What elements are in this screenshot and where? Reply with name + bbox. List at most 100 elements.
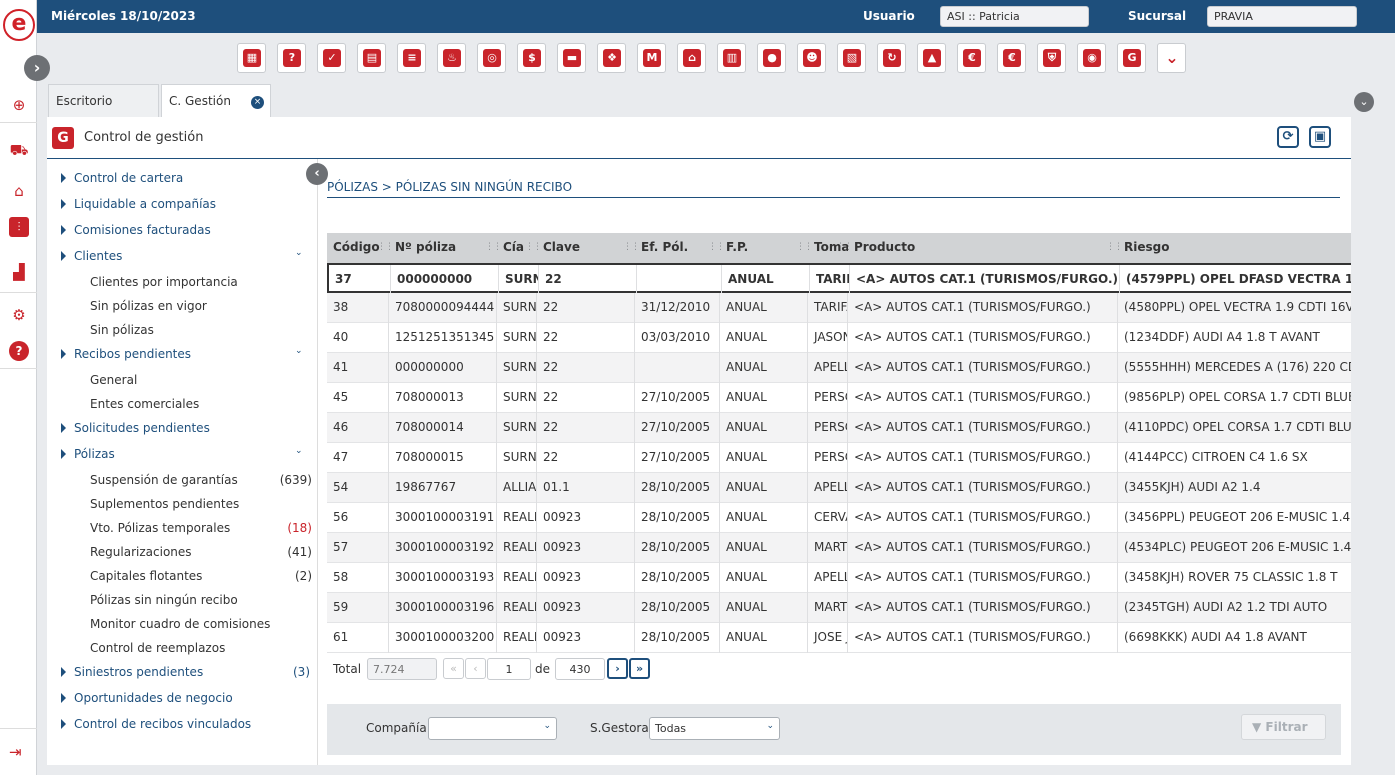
next-page-button[interactable]: › [607, 658, 628, 679]
tree-node[interactable]: Pólizas ⌄ [59, 445, 314, 465]
tree-node[interactable]: Liquidable a compañías [59, 195, 314, 215]
page-input[interactable]: 1 [487, 658, 531, 680]
tree-label: Sin pólizas en vigor [90, 299, 207, 313]
app-logo[interactable]: e [3, 9, 35, 41]
column-header[interactable]: Nº póliza [389, 233, 497, 263]
tree-leaf[interactable]: Suplementos pendientes [90, 495, 312, 515]
table-cell: 22 [537, 383, 635, 413]
table-row[interactable]: 583000100003193REALE0092328/10/2005ANUAL… [327, 563, 1351, 593]
column-header[interactable]: Producto [848, 233, 1118, 263]
toolbar-button[interactable]: ▧ [837, 43, 866, 73]
toolbar-button[interactable]: ⛨ [1037, 43, 1066, 73]
table-row[interactable]: 593000100003196REALE0092328/10/2005ANUAL… [327, 593, 1351, 623]
table-cell: 00923 [537, 533, 635, 563]
toolbar-button[interactable]: M [637, 43, 666, 73]
table-cell: (3456PPL) PEUGEOT 206 E-MUSIC 1.4 H [1118, 503, 1351, 533]
column-header[interactable]: Riesgo [1118, 233, 1351, 263]
toolbar-button[interactable]: € [997, 43, 1026, 73]
close-icon[interactable]: × [251, 96, 264, 109]
toolbar-button[interactable]: ↻ [877, 43, 906, 73]
sliders-icon[interactable]: ⫶ [9, 217, 29, 237]
gestora-select[interactable]: Todas ⌄ [649, 717, 780, 740]
toolbar-button[interactable]: € [957, 43, 986, 73]
toolbar-button[interactable]: ⌂ [677, 43, 706, 73]
filter-button[interactable]: ▼ Filtrar [1241, 714, 1326, 740]
tree-node[interactable]: Clientes ⌄ [59, 247, 314, 267]
table-cell: 28/10/2005 [635, 533, 720, 563]
toolbar-button[interactable]: ◉ [1077, 43, 1106, 73]
help-icon[interactable]: ? [9, 341, 29, 361]
table-row[interactable]: 41000000000SURNE22 ANUALAPELLIDO<A> AUTOS… [327, 353, 1351, 383]
refresh-button[interactable]: ⟳ [1277, 126, 1299, 148]
last-page-button[interactable]: » [629, 658, 650, 679]
tree-node[interactable]: Control de cartera [59, 169, 314, 189]
tree-node[interactable]: Comisiones facturadas [59, 221, 314, 241]
tree-leaf[interactable]: Clientes por importancia [90, 273, 312, 293]
save-button[interactable]: ▣ [1309, 126, 1331, 148]
table-row[interactable]: 401251251351345SURNE2203/03/2010ANUALJAS… [327, 323, 1351, 353]
table-row[interactable]: 46708000014SURNE2227/10/2005ANUALPERSONA… [327, 413, 1351, 443]
sucursal-field[interactable]: PRAVIA [1207, 6, 1357, 27]
tab-control-gestion[interactable]: C. Gestión × [161, 84, 271, 117]
table-cell: (4580PPL) OPEL VECTRA 1.9 CDTI 16V C [1118, 293, 1351, 323]
toolbar-button[interactable]: ▬ [557, 43, 586, 73]
toolbar-button[interactable]: ✓ [317, 43, 346, 73]
tree-node[interactable]: Control de recibos vinculados [59, 715, 314, 735]
toolbar-button[interactable]: ⌄ [1157, 43, 1186, 73]
toolbar-button[interactable]: ▥ [717, 43, 746, 73]
table-row[interactable]: 47708000015SURNE2227/10/2005ANUALPERSONA… [327, 443, 1351, 473]
tree-leaf[interactable]: General [90, 371, 312, 391]
chevron-down-icon: ⌄ [295, 346, 303, 356]
toolbar-button[interactable]: ▲ [917, 43, 946, 73]
toolbar-button[interactable]: ☻ [797, 43, 826, 73]
table-row[interactable]: 37000000000SURNE22 ANUALTARIFA<A> AUTOS C… [327, 263, 1351, 295]
tree-leaf[interactable]: Entes comerciales [90, 395, 312, 415]
toolbar-button[interactable]: ≡ [397, 43, 426, 73]
tree-leaf[interactable]: Control de reemplazos [90, 639, 312, 659]
toolbar-button[interactable]: $ [517, 43, 546, 73]
tree-leaf[interactable]: Sin pólizas [90, 321, 312, 341]
tree-node[interactable]: Siniestros pendientes (3) [59, 663, 314, 683]
table-row[interactable]: 5419867767ALLIANZ01.128/10/2005ANUALAPEL… [327, 473, 1351, 503]
cart-icon[interactable]: ⛟ [9, 140, 29, 160]
table-row[interactable]: 387080000094444SURNE2231/12/2010ANUALTAR… [327, 293, 1351, 323]
tree-leaf[interactable]: Sin pólizas en vigor [90, 297, 312, 317]
toolbar-button[interactable]: ? [277, 43, 306, 73]
toolbar-button[interactable]: ❖ [597, 43, 626, 73]
toolbar-button[interactable]: G [1117, 43, 1146, 73]
table-cell: 19867767 [389, 473, 497, 503]
toolbar-button[interactable]: ▤ [357, 43, 386, 73]
gear-icon[interactable]: ⚙ [9, 305, 29, 325]
tree-node[interactable]: Solicitudes pendientes [59, 419, 314, 439]
tree-leaf[interactable]: Vto. Pólizas temporales (18) [90, 519, 312, 539]
expand-rail-button[interactable]: › [24, 55, 50, 81]
toolbar-button[interactable]: ◎ [477, 43, 506, 73]
tree-leaf[interactable]: Capitales flotantes (2) [90, 567, 312, 587]
bar-chart-icon[interactable]: ▟ [9, 262, 29, 282]
table-row[interactable]: 613000100003200REALE0092328/10/2005ANUAL… [327, 623, 1351, 653]
tree-node[interactable]: Oportunidades de negocio [59, 689, 314, 709]
table-row[interactable]: 45708000013SURNE2227/10/2005ANUALPERSONA… [327, 383, 1351, 413]
table-row[interactable]: 563000100003191REALE0092328/10/2005ANUAL… [327, 503, 1351, 533]
tree-leaf[interactable]: Suspensión de garantías (639) [90, 471, 312, 491]
column-header[interactable]: F.P. [720, 233, 808, 263]
first-page-button[interactable]: « [443, 658, 464, 679]
table-row[interactable]: 573000100003192REALE0092328/10/2005ANUAL… [327, 533, 1351, 563]
toolbar-button[interactable]: ● [757, 43, 786, 73]
exit-icon[interactable]: ⇥ [9, 743, 22, 761]
usuario-field[interactable]: ASI :: Patricia [940, 6, 1089, 27]
toolbar-button[interactable]: ▦ [237, 43, 266, 73]
tree-node[interactable]: Recibos pendientes ⌄ [59, 345, 314, 365]
tree-leaf[interactable]: Regularizaciones (41) [90, 543, 312, 563]
tree-leaf[interactable]: Pólizas sin ningún recibo [90, 591, 312, 611]
chevron-down-icon[interactable]: ⌄ [1354, 92, 1374, 112]
plus-circle-icon[interactable]: ⊕ [9, 95, 29, 115]
column-header[interactable]: Clave [537, 233, 635, 263]
prev-page-button[interactable]: ‹ [465, 658, 486, 679]
tree-leaf[interactable]: Monitor cuadro de comisiones [90, 615, 312, 635]
toolbar-button[interactable]: ♨ [437, 43, 466, 73]
house-document-icon[interactable]: ⌂ [9, 181, 29, 201]
collapse-tree-button[interactable]: ‹ [306, 163, 328, 185]
tab-escritorio[interactable]: Escritorio [48, 84, 159, 117]
company-select[interactable]: ⌄ [428, 717, 557, 740]
